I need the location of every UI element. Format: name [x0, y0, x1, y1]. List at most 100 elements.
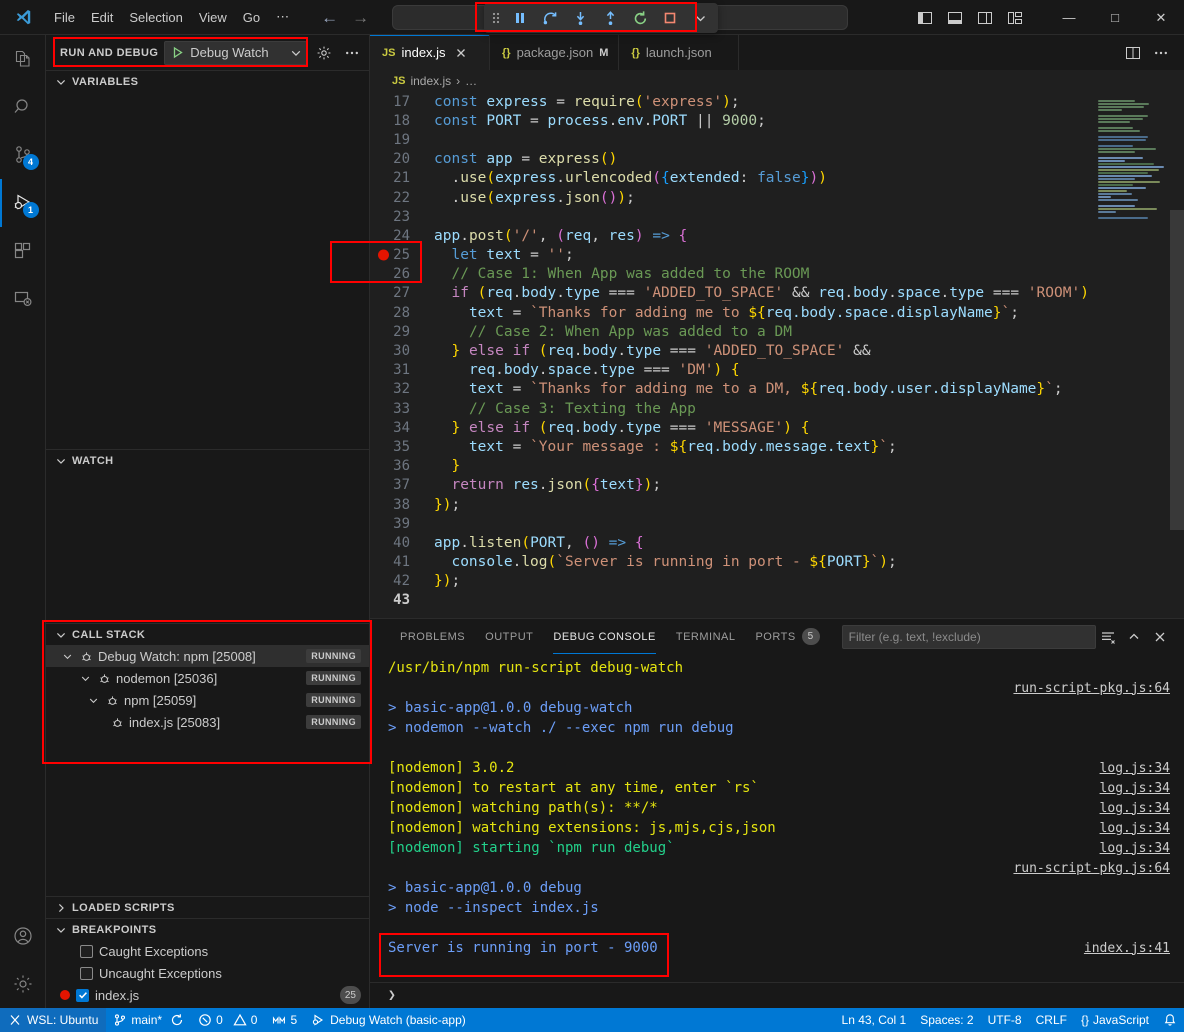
menu-file[interactable]: File	[46, 7, 83, 28]
tab-problems[interactable]: PROBLEMS	[390, 619, 475, 654]
code-line[interactable]: 27 if (req.body.type === 'ADDED_TO_SPACE…	[370, 284, 1092, 303]
code-line[interactable]: 37 return res.json({text});	[370, 476, 1092, 495]
line-number[interactable]: 34	[370, 420, 432, 436]
code-line[interactable]: 41 console.log(`Server is running in por…	[370, 553, 1092, 572]
breadcrumb-tail[interactable]: …	[465, 74, 477, 88]
code-line[interactable]: 25 let text = '';	[370, 246, 1092, 265]
breakpoint-marker-icon[interactable]	[378, 250, 389, 261]
status-eol[interactable]: CRLF	[1029, 1008, 1074, 1032]
line-number[interactable]: 18	[370, 113, 432, 129]
maximize-button[interactable]: □	[1092, 0, 1138, 35]
code-line[interactable]: 24app.post('/', (req, res) => {	[370, 226, 1092, 245]
console-source-link[interactable]: log.js:34	[1100, 821, 1170, 836]
line-number[interactable]: 31	[370, 362, 432, 378]
more-actions-icon[interactable]	[1148, 40, 1174, 66]
minimize-button[interactable]: —	[1046, 0, 1092, 35]
tab-package-json[interactable]: {} package.json M	[490, 35, 619, 70]
chevron-down-icon[interactable]	[686, 5, 714, 31]
chevron-down-icon[interactable]	[290, 47, 302, 59]
views-and-more-actions-icon[interactable]	[341, 42, 363, 64]
line-number[interactable]: 40	[370, 535, 432, 551]
code-line[interactable]: 36 }	[370, 457, 1092, 476]
step-into-button[interactable]	[566, 5, 594, 31]
status-ports[interactable]: 5	[264, 1008, 304, 1032]
chevron-down-icon[interactable]	[78, 673, 92, 684]
console-source-link[interactable]: log.js:34	[1100, 841, 1170, 856]
code-line[interactable]: 35 text = `Your message : ${req.body.mes…	[370, 437, 1092, 456]
launch-configuration-select[interactable]: Debug Watch	[164, 41, 307, 65]
activity-item-run-and-debug[interactable]: 1	[0, 179, 46, 227]
line-number[interactable]: 41	[370, 554, 432, 570]
menu-view[interactable]: View	[191, 7, 235, 28]
code-line[interactable]: 22 .use(express.json());	[370, 188, 1092, 207]
call-stack-row[interactable]: Debug Watch: npm [25008] RUNNING	[46, 645, 369, 667]
go-back-icon[interactable]: ←	[321, 9, 338, 26]
chevron-down-icon[interactable]	[86, 695, 100, 706]
start-debugging-icon[interactable]	[171, 46, 184, 59]
activity-item-source-control[interactable]: 4	[0, 131, 46, 179]
line-number[interactable]: 21	[370, 170, 432, 186]
step-over-button[interactable]	[536, 5, 564, 31]
console-source-link[interactable]: run-script-pkg.js:64	[1013, 681, 1170, 696]
status-branch[interactable]: main*	[106, 1008, 191, 1032]
activity-item-extensions[interactable]	[0, 227, 46, 275]
breakpoint-checkbox[interactable]	[80, 945, 93, 958]
editor-scrollbar[interactable]	[1170, 92, 1184, 618]
line-number[interactable]: 39	[370, 516, 432, 532]
line-number[interactable]: 29	[370, 324, 432, 340]
breadcrumb-file[interactable]: index.js	[410, 74, 451, 88]
code-line[interactable]: 29 // Case 2: When App was added to a DM	[370, 322, 1092, 341]
code-line[interactable]: 18const PORT = process.env.PORT || 9000;	[370, 111, 1092, 130]
line-number[interactable]: 23	[370, 209, 432, 225]
tab-launch-json[interactable]: {} launch.json	[619, 35, 739, 70]
activity-item-manage-settings[interactable]	[0, 960, 46, 1008]
menu-more[interactable]: ⋯	[268, 6, 297, 28]
code-line[interactable]: 21 .use(express.urlencoded({extended: fa…	[370, 169, 1092, 188]
call-stack-row[interactable]: index.js [25083] RUNNING	[46, 711, 369, 733]
code-editor[interactable]: 17const express = require('express');18c…	[370, 92, 1184, 618]
line-number[interactable]: 35	[370, 439, 432, 455]
activity-item-accounts[interactable]	[0, 912, 46, 960]
pause-button[interactable]	[506, 5, 534, 31]
split-editor-icon[interactable]	[1120, 40, 1146, 66]
status-notifications[interactable]	[1156, 1008, 1184, 1032]
call-stack-pane-header[interactable]: CALL STACK	[46, 623, 369, 645]
line-number[interactable]: 25	[370, 247, 432, 263]
call-stack-row[interactable]: npm [25059] RUNNING	[46, 689, 369, 711]
close-icon[interactable]	[452, 44, 470, 62]
debug-console-output[interactable]: /usr/bin/npm run-script debug-watchrun-s…	[370, 654, 1184, 982]
activity-item-remote-explorer[interactable]	[0, 275, 46, 323]
code-content[interactable]: 17const express = require('express');18c…	[370, 92, 1092, 618]
line-number[interactable]: 20	[370, 151, 432, 167]
tab-ports[interactable]: PORTS 5	[745, 619, 829, 654]
close-button[interactable]: ✕	[1138, 0, 1184, 35]
variables-pane-header[interactable]: VARIABLES	[46, 70, 369, 92]
code-line[interactable]: 26 // Case 1: When App was added to the …	[370, 265, 1092, 284]
line-number[interactable]: 30	[370, 343, 432, 359]
sync-icon[interactable]	[170, 1013, 184, 1027]
breakpoint-row-index-js[interactable]: index.js 25	[46, 984, 369, 1006]
code-line[interactable]: 40app.listen(PORT, () => {	[370, 533, 1092, 552]
status-cursor-position[interactable]: Ln 43, Col 1	[835, 1008, 914, 1032]
line-number[interactable]: 22	[370, 190, 432, 206]
chevron-down-icon[interactable]	[60, 651, 74, 662]
breakpoints-pane-header[interactable]: BREAKPOINTS	[46, 918, 369, 940]
menu-go[interactable]: Go	[235, 7, 268, 28]
line-number[interactable]: 42	[370, 573, 432, 589]
code-line[interactable]: 39	[370, 514, 1092, 533]
line-number[interactable]: 33	[370, 401, 432, 417]
call-stack-row[interactable]: nodemon [25036] RUNNING	[46, 667, 369, 689]
editor-scrollbar-thumb[interactable]	[1170, 210, 1184, 530]
code-line[interactable]: 43	[370, 591, 1092, 610]
status-remote-indicator[interactable]: WSL: Ubuntu	[0, 1008, 106, 1032]
activity-item-explorer[interactable]	[0, 35, 46, 83]
tab-terminal[interactable]: TERMINAL	[666, 619, 746, 654]
code-line[interactable]: 19	[370, 130, 1092, 149]
stop-button[interactable]	[656, 5, 684, 31]
line-number[interactable]: 27	[370, 285, 432, 301]
loaded-scripts-pane-header[interactable]: LOADED SCRIPTS	[46, 896, 369, 918]
code-line[interactable]: 32 text = `Thanks for adding me to a DM,…	[370, 380, 1092, 399]
status-debug-session[interactable]: Debug Watch (basic-app)	[304, 1008, 473, 1032]
status-problems[interactable]: 0 0	[191, 1008, 264, 1032]
restart-button[interactable]	[626, 5, 654, 31]
